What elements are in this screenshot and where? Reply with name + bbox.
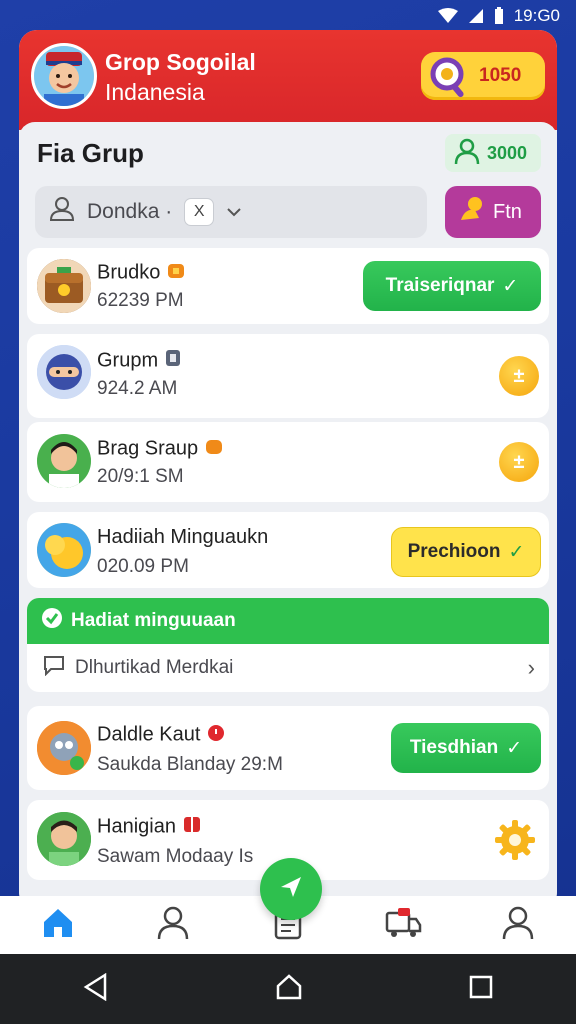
- check-circle-icon: [41, 607, 63, 635]
- banner-title: Hadiat minguuaan: [71, 610, 236, 631]
- user-icon: [49, 196, 75, 228]
- system-navigation-bar: [0, 954, 576, 1024]
- tiesdhian-button[interactable]: Tiesdhian ✓: [391, 723, 541, 773]
- member-count: 3000: [487, 142, 528, 163]
- lock-icon: [164, 348, 182, 374]
- chest-avatar: [37, 259, 91, 313]
- item-name: Brudko: [97, 260, 186, 286]
- group-card: Grop Sogoilal Indanesia 1050 Fia Grup 30…: [19, 30, 557, 910]
- nav-profile[interactable]: [143, 900, 203, 950]
- list-item[interactable]: Hadiiah Minguaukn 020.09 PM Prechioon ✓: [27, 512, 549, 588]
- item-time: 62239 PM: [97, 290, 184, 311]
- member-count-badge[interactable]: 3000: [445, 134, 541, 172]
- chevron-right-icon: ›: [527, 655, 535, 680]
- status-time: 19:G0: [513, 6, 560, 25]
- robot-avatar: [37, 721, 91, 775]
- coin-avatar: [37, 523, 91, 577]
- recent-apps-icon[interactable]: [469, 975, 493, 1004]
- list-item[interactable]: Brag Sraup 20/9:1 SM ±: [27, 422, 549, 502]
- item-time: 924.2 AM: [97, 378, 178, 399]
- person-icon: [453, 137, 481, 170]
- star-person-icon: [457, 194, 487, 230]
- item-name: Hadiiah Minguaukn: [97, 526, 269, 548]
- search-text: Dondka ·: [87, 200, 173, 223]
- person-icon: [500, 905, 536, 946]
- group-title: Fia Grup: [37, 138, 144, 168]
- check-icon: ✓: [502, 275, 519, 297]
- item-time: 20/9:1 SM: [97, 466, 184, 487]
- chat-icon: [43, 654, 65, 682]
- item-name: Grupm: [97, 348, 182, 374]
- coin-button[interactable]: ±: [499, 356, 539, 396]
- truck-icon: [384, 905, 422, 946]
- coin-balance-button[interactable]: 1050: [421, 52, 545, 100]
- member-search-field[interactable]: Dondka · X: [35, 186, 427, 238]
- app-title: Grop Sogoilal: [105, 49, 256, 75]
- banner-message-row[interactable]: Dlhurtikad Merdkai ›: [27, 644, 549, 692]
- list-item[interactable]: Daldle Kaut Saukda Blanday 29:M Tiesdhia…: [27, 706, 549, 790]
- item-name: Daldle Kaut: [97, 722, 226, 748]
- search-coin-icon: [427, 54, 473, 105]
- boy-avatar: [37, 434, 91, 488]
- clear-button[interactable]: X: [184, 198, 215, 226]
- nav-home[interactable]: [28, 900, 88, 950]
- fin-button[interactable]: Ftn: [445, 186, 541, 238]
- coin-value: 1050: [479, 65, 522, 86]
- person-icon: [155, 905, 191, 946]
- alarm-icon: [206, 722, 226, 748]
- item-time: 020.09 PM: [97, 556, 189, 577]
- reward-banner: Hadiat minguuaan: [27, 598, 549, 644]
- app-subtitle: Indanesia: [105, 79, 205, 105]
- check-icon: ✓: [508, 541, 525, 563]
- item-time: Saukda Blanday 29:M: [97, 754, 283, 775]
- send-icon: [278, 874, 304, 905]
- app-header: Grop Sogoilal Indanesia 1050: [19, 30, 557, 130]
- gear-icon[interactable]: [493, 818, 537, 867]
- back-icon[interactable]: [83, 972, 109, 1006]
- nav-account[interactable]: [488, 900, 548, 950]
- gift-icon: [166, 260, 186, 286]
- chevron-down-icon[interactable]: [226, 200, 242, 224]
- coin-button[interactable]: ±: [499, 442, 539, 482]
- man-avatar: [37, 812, 91, 866]
- item-name: Brag Sraup: [97, 436, 224, 462]
- banner-message: Dlhurtikad Merdkai: [75, 657, 234, 678]
- signal-icon: [468, 8, 484, 24]
- list-item[interactable]: Grupm 924.2 AM ±: [27, 334, 549, 418]
- fin-label: Ftn: [493, 200, 522, 223]
- home-button-icon[interactable]: [275, 973, 303, 1006]
- transfer-button[interactable]: Traiseriqnar ✓: [363, 261, 541, 311]
- battery-icon: [494, 7, 504, 25]
- check-icon: ✓: [506, 737, 523, 759]
- nav-delivery[interactable]: [373, 900, 433, 950]
- home-icon: [40, 905, 76, 946]
- status-bar: 19:G0: [0, 0, 576, 32]
- list-item[interactable]: Brudko 62239 PM Traiseriqnar ✓: [27, 248, 549, 324]
- prechioon-button[interactable]: Prechioon ✓: [391, 527, 541, 577]
- ninja-avatar: [37, 345, 91, 399]
- item-time: Sawam Modaay Is: [97, 846, 254, 867]
- item-name: Hanigian: [97, 814, 202, 840]
- send-fab-button[interactable]: [260, 858, 322, 920]
- gift-icon: [204, 436, 224, 462]
- gift-box-icon: [182, 814, 202, 840]
- profile-avatar[interactable]: [31, 43, 97, 109]
- wifi-icon: [437, 8, 458, 24]
